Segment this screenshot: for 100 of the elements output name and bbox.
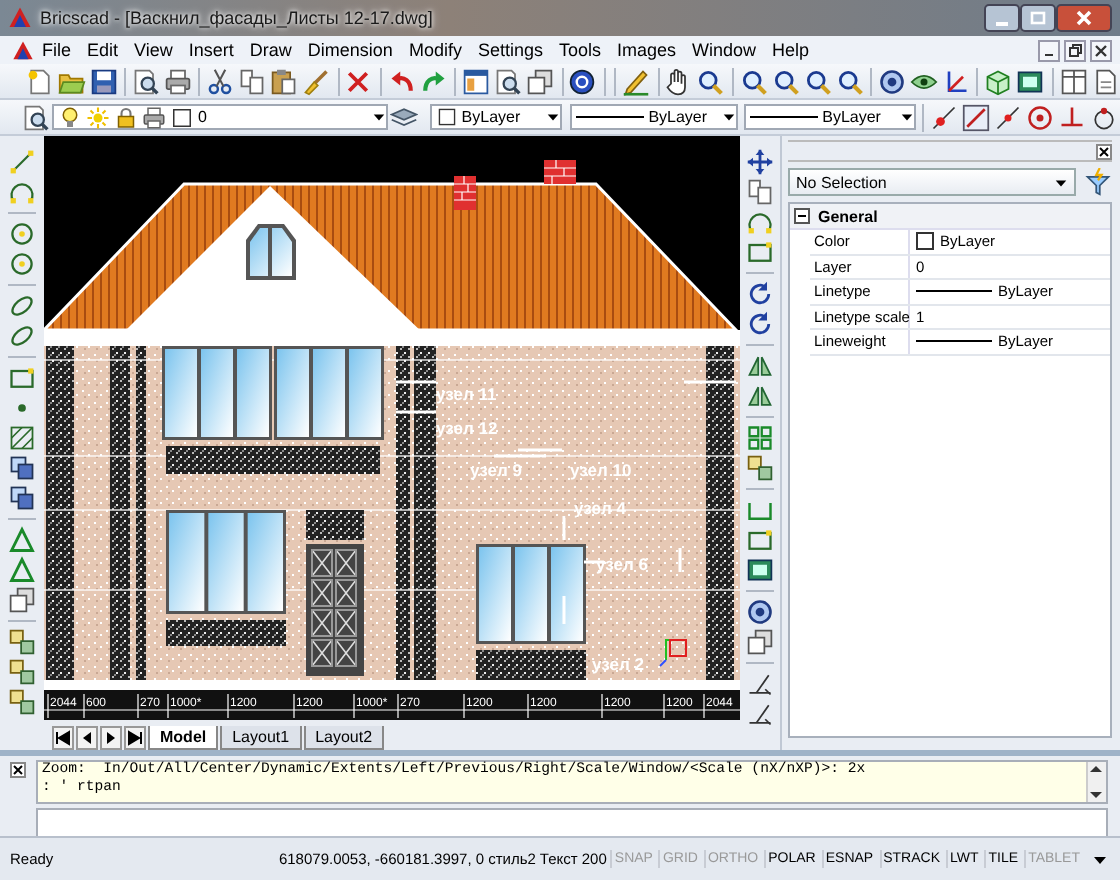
save-icon[interactable] (89, 67, 117, 95)
window-icon[interactable] (462, 67, 491, 95)
close-icon[interactable] (1096, 143, 1112, 159)
command-input[interactable] (36, 808, 1108, 836)
square-icon[interactable] (170, 105, 194, 129)
next-page-button[interactable] (100, 726, 122, 750)
block-icon[interactable] (8, 454, 36, 482)
layer-dropdown[interactable]: 0 (52, 104, 388, 130)
target-icon[interactable] (746, 598, 774, 626)
menu-item[interactable]: Draw (241, 40, 300, 60)
triangle-icon[interactable] (8, 526, 36, 554)
copy-icon[interactable] (746, 178, 774, 206)
undo-arrow-icon[interactable] (387, 67, 416, 95)
scroll-down-icon[interactable] (1088, 788, 1104, 802)
ellipse-icon[interactable] (8, 292, 36, 320)
rotate-icon[interactable] (746, 310, 774, 338)
menu-item[interactable]: Insert (180, 40, 242, 60)
pencil-icon[interactable] (622, 67, 650, 95)
zoom-icon[interactable] (835, 67, 864, 95)
arc-icon[interactable] (8, 178, 36, 206)
grouped-squares-icon[interactable] (8, 658, 36, 686)
layout-tab[interactable]: Layout2 (303, 726, 385, 750)
maximize-button[interactable] (1020, 4, 1056, 32)
circle-icon[interactable] (8, 220, 36, 248)
target-icon[interactable] (877, 67, 906, 95)
line-point-icon[interactable] (962, 103, 991, 131)
funnel-icon[interactable] (1084, 168, 1112, 196)
grouped-squares-icon[interactable] (8, 628, 36, 656)
redo-arrow-icon[interactable] (419, 67, 448, 95)
selection-dropdown[interactable]: No Selection (788, 168, 1076, 196)
magnifier-page-icon[interactable] (131, 67, 160, 95)
magnifier-page-icon[interactable] (21, 103, 49, 131)
menu-item[interactable]: Dimension (299, 40, 401, 60)
grouped-squares-icon[interactable] (746, 454, 774, 482)
frame-icon[interactable] (1016, 67, 1045, 95)
rectangle-icon[interactable] (746, 526, 774, 554)
printer-icon[interactable] (142, 105, 166, 129)
clipboard-icon[interactable] (270, 67, 299, 95)
menu-item[interactable]: Help (764, 40, 818, 60)
rectangle-icon[interactable] (746, 238, 774, 266)
perpendicular-icon[interactable] (1058, 103, 1087, 131)
rectangle-icon[interactable] (8, 364, 36, 392)
mirror-icon[interactable] (746, 382, 774, 410)
layout-tab[interactable]: Layout1 (220, 726, 302, 750)
caret-icon[interactable] (1054, 175, 1068, 189)
copy-icon[interactable] (238, 67, 267, 95)
caret-icon[interactable] (722, 110, 737, 124)
grouped-squares-icon[interactable] (8, 688, 36, 716)
arc-icon[interactable] (746, 208, 774, 236)
menu-item[interactable]: Window (684, 40, 765, 60)
layout-tab[interactable]: Model (148, 726, 219, 750)
caret-icon[interactable] (900, 110, 915, 124)
cube-icon[interactable] (984, 67, 1013, 95)
grid-icon[interactable] (746, 424, 774, 452)
endpoint-snap-icon[interactable] (930, 103, 959, 131)
first-page-button[interactable] (52, 726, 74, 750)
page-icon[interactable] (1091, 67, 1120, 95)
stacked-pages-icon[interactable] (8, 586, 36, 614)
menu-item[interactable]: Modify (400, 40, 470, 60)
brush-icon[interactable] (302, 67, 331, 95)
new-file-icon[interactable] (25, 67, 53, 95)
menu-item[interactable]: Edit (79, 40, 127, 60)
document-icon[interactable] (12, 39, 34, 61)
line-icon[interactable] (8, 148, 36, 176)
square-icon[interactable] (435, 106, 458, 128)
scroll-up-icon[interactable] (1088, 762, 1104, 776)
help-icon[interactable] (568, 67, 597, 95)
magnifier-page-icon[interactable] (494, 67, 523, 95)
zoom-icon[interactable] (803, 67, 832, 95)
circle-snap-icon[interactable] (1026, 103, 1055, 131)
minimize-button[interactable] (1038, 39, 1060, 61)
menu-item[interactable]: Tools (551, 40, 610, 60)
collapse-icon[interactable] (794, 208, 810, 224)
frame-icon[interactable] (746, 556, 774, 584)
menu-item[interactable]: Images (609, 40, 685, 60)
layer-stack-icon[interactable] (390, 103, 419, 131)
previous-page-button[interactable] (76, 726, 98, 750)
padlock-icon[interactable] (114, 105, 138, 129)
ellipse-icon[interactable] (8, 322, 36, 350)
close-button[interactable] (1056, 4, 1112, 32)
move-arrows-icon[interactable] (746, 148, 774, 176)
split-window-icon[interactable] (1059, 67, 1088, 95)
linetype-dropdown[interactable]: ByLayer (570, 104, 739, 130)
scissors-icon[interactable] (206, 67, 235, 95)
menu-item[interactable]: Settings (469, 40, 551, 60)
lineweight-dropdown[interactable]: ByLayer (744, 104, 917, 130)
close-button[interactable] (1090, 39, 1112, 61)
zoom-icon[interactable] (739, 67, 768, 95)
circle-tangent-icon[interactable] (1090, 103, 1119, 131)
caret-icon[interactable] (371, 110, 386, 124)
caret-icon[interactable] (546, 110, 561, 124)
corner-icon[interactable] (746, 670, 774, 698)
stacked-pages-icon[interactable] (526, 67, 555, 95)
last-page-button[interactable] (124, 726, 146, 750)
corner-icon[interactable] (746, 700, 774, 728)
circle-icon[interactable] (8, 250, 36, 278)
printer-icon[interactable] (163, 67, 192, 95)
cross-icon[interactable] (344, 67, 373, 95)
color-dropdown[interactable]: ByLayer (429, 104, 563, 130)
rotate-icon[interactable] (746, 280, 774, 308)
